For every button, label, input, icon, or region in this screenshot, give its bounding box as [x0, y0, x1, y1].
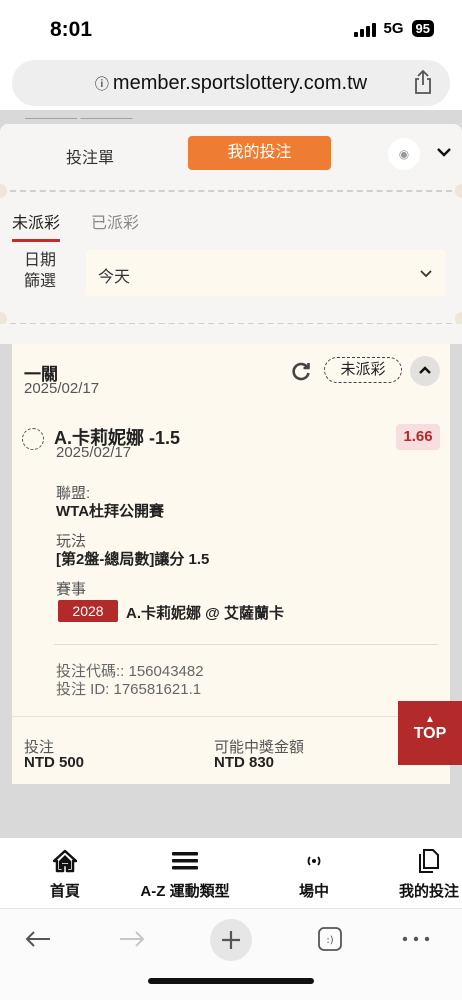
network-type: 5G — [383, 20, 404, 37]
settings-button[interactable]: ◉ — [388, 138, 420, 170]
arrow-left-icon — [25, 931, 50, 947]
background-content: ———— ———— — [25, 110, 133, 120]
odds-badge: 1.66 — [396, 424, 440, 450]
tab-betslip[interactable]: 投注單 — [40, 144, 140, 168]
live-icon — [307, 856, 321, 866]
payout-value: NTD 830 — [214, 754, 275, 771]
menu-icon — [172, 852, 198, 870]
pending-icon — [22, 428, 44, 450]
ticket-notch — [0, 184, 7, 198]
collapse-card-button[interactable] — [410, 356, 440, 386]
bet-id: 投注 ID: 176581621.1 — [56, 681, 202, 698]
date-filter-value: 今天 — [98, 269, 131, 286]
nav-label: 我的投注 — [398, 883, 459, 900]
url-display[interactable]: ⓘ member.sportslottery.com.tw — [12, 72, 450, 95]
tab-settled[interactable]: 已派彩 — [91, 209, 139, 233]
status-badge: 未派彩 — [324, 357, 402, 383]
more-button[interactable] — [396, 919, 436, 959]
spacer — [0, 324, 462, 344]
event-label: 賽事 — [56, 581, 87, 598]
tabs-icon: :) — [318, 927, 342, 951]
tab-my-bets[interactable]: 我的投注 — [188, 136, 331, 170]
date-filter-label: 日期篩選 — [24, 252, 57, 290]
battery-icon: 95 — [411, 20, 434, 37]
home-icon — [53, 849, 77, 873]
nav-live[interactable]: 場中 — [259, 846, 369, 901]
nav-label: 首頁 — [49, 883, 80, 900]
bet-card: 一關 2025/02/17 未派彩 A.卡莉妮娜 -1.5 2025/02/17… — [12, 344, 450, 784]
ticket-notch — [455, 184, 462, 198]
site-info-icon: ⓘ — [94, 76, 109, 92]
forward-button[interactable] — [112, 919, 152, 959]
new-tab-button[interactable] — [210, 919, 252, 961]
copy-icon — [419, 849, 439, 873]
chevron-down-icon — [420, 270, 432, 278]
arrow-up-icon: ▲ — [425, 714, 435, 725]
signal-icon — [353, 21, 376, 37]
league-value: WTA杜拜公開賽 — [56, 503, 165, 520]
nav-my-bets[interactable]: 我的投注 — [374, 846, 462, 901]
nav-label: 場中 — [298, 883, 329, 900]
bottom-navigation: 首頁 A-Z 運動類型 場中 我的投注 — [0, 838, 462, 908]
tab-unsettled[interactable]: 未派彩 — [12, 209, 61, 242]
gear-icon: ◉ — [398, 147, 410, 161]
chevron-down-icon[interactable] — [434, 142, 454, 162]
url-bar[interactable]: ⓘ member.sportslottery.com.tw — [12, 60, 450, 106]
back-button[interactable] — [18, 919, 58, 959]
arrow-right-icon — [120, 931, 145, 947]
url-text: member.sportslottery.com.tw — [112, 72, 368, 94]
status-time: 8:01 — [50, 18, 93, 41]
event-name: A.卡莉妮娜 @ 艾薩蘭卡 — [126, 605, 284, 622]
nav-label: A-Z 運動類型 — [140, 883, 230, 900]
stake-value: NTD 500 — [24, 754, 85, 771]
divider — [10, 190, 452, 192]
svg-text::): :) — [326, 935, 333, 946]
event-code-badge: 2028 — [58, 600, 118, 622]
plus-icon — [222, 931, 240, 949]
nav-sports-az[interactable]: A-Z 運動類型 — [130, 846, 240, 901]
back-to-top-button[interactable]: ▲ TOP — [398, 701, 462, 765]
share-icon[interactable] — [412, 69, 434, 95]
market-value: [第2盤-總局數]讓分 1.5 — [56, 551, 210, 568]
betslip-header: 投注單 我的投注 ◉ — [0, 124, 462, 184]
browser-toolbar: :) — [0, 908, 462, 1000]
date-filter-select[interactable]: 今天 — [86, 250, 446, 296]
chevron-up-icon — [419, 366, 431, 374]
refresh-icon[interactable] — [290, 360, 312, 382]
divider — [54, 644, 438, 645]
selection-date: 2025/02/17 — [56, 444, 132, 461]
nav-home[interactable]: 首頁 — [10, 846, 120, 901]
status-bar: 8:01 5G 95 — [0, 0, 462, 58]
bet-date: 2025/02/17 — [24, 380, 100, 397]
top-label: TOP — [413, 725, 447, 742]
home-indicator — [148, 978, 314, 984]
more-icon — [402, 936, 430, 942]
status-indicators: 5G 95 — [353, 20, 434, 37]
tabs-button[interactable]: :) — [310, 919, 350, 959]
divider — [12, 716, 450, 717]
